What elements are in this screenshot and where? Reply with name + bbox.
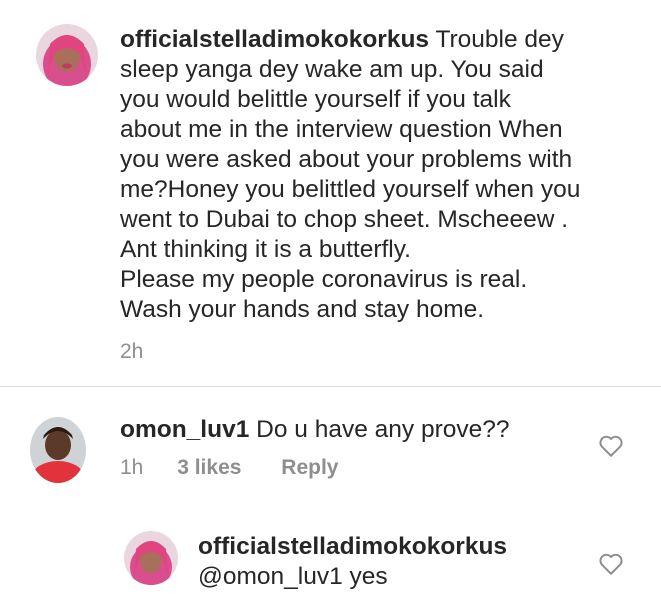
comment-username[interactable]: omon_luv1 — [120, 416, 249, 443]
avatar[interactable] — [30, 417, 86, 483]
caption-text-line: went to Dubai to chop sheet. Mscheeew . — [120, 206, 569, 233]
caption-timestamp: 2h — [120, 340, 144, 363]
comment-likes[interactable]: 3 likes — [177, 456, 241, 479]
heart-outline-icon[interactable] — [598, 434, 624, 458]
caption-username[interactable]: officialstelladimokokorkus — [120, 26, 429, 53]
caption-text-line: about me in the interview question When — [120, 116, 563, 143]
caption-text-line: Wash your hands and stay home. — [120, 296, 485, 323]
reply-username[interactable]: officialstelladimokokorkus — [198, 532, 598, 562]
comment-text: Do u have any prove?? — [256, 416, 510, 443]
heart-outline-icon[interactable] — [598, 552, 624, 576]
reply-body: officialstelladimokokorkus @omon_luv1 ye… — [198, 532, 598, 592]
avatar[interactable] — [36, 24, 98, 86]
reply-text: @omon_luv1 yes — [198, 563, 388, 590]
caption-text-line: you would belittle yourself if you talk — [120, 86, 511, 113]
comment-timestamp: 1h — [120, 456, 144, 479]
divider — [0, 386, 661, 387]
caption-text-line: me?Honey you belittled yourself when you — [120, 176, 581, 203]
comment-meta: 1h 3 likes Reply — [120, 456, 338, 480]
reply-button[interactable]: Reply — [281, 456, 338, 479]
caption-text-line: you were asked about your problems with — [120, 146, 573, 173]
post-caption: officialstelladimokokorkus Trouble dey s… — [120, 25, 640, 325]
caption-text-line: sleep yanga dey wake am up. You said — [120, 56, 544, 83]
caption-text-line: Trouble dey — [435, 26, 564, 53]
avatar[interactable] — [124, 531, 178, 585]
caption-text-line: Ant thinking it is a butterfly. — [120, 236, 411, 263]
comment-body: omon_luv1 Do u have any prove?? — [120, 415, 620, 445]
caption-text-line: Please my people coronavirus is real. — [120, 266, 528, 293]
